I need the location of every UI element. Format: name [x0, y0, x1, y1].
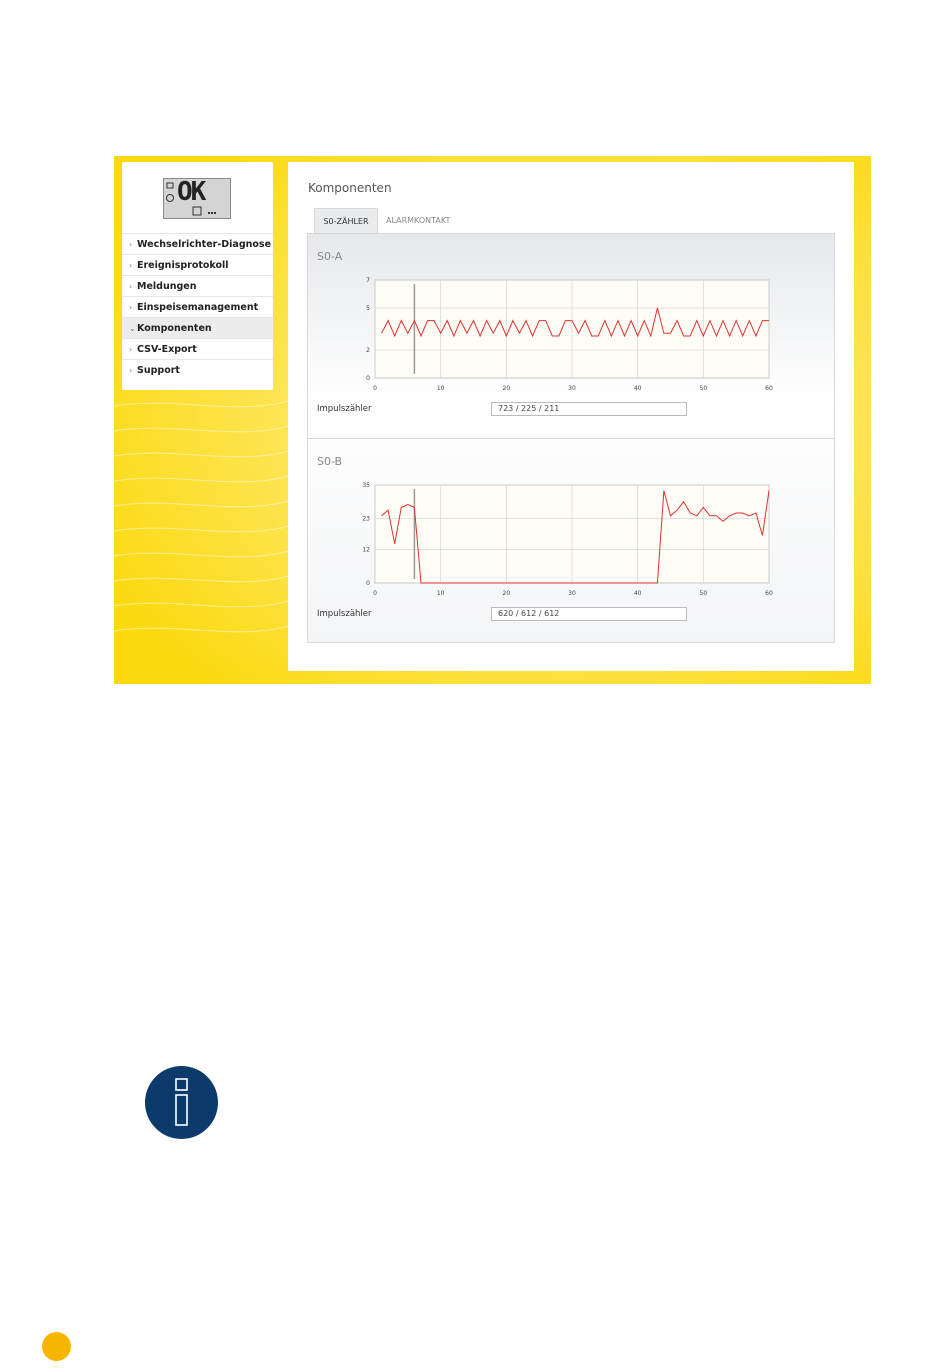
sidebar-item-label: Einspeisemanagement — [137, 302, 259, 313]
x-tick-label: 50 — [700, 385, 708, 392]
x-tick-label: 60 — [765, 590, 773, 597]
impulszaehler-field-b: 620 / 612 / 612 — [491, 607, 687, 621]
chevron-right-icon: › — [129, 261, 133, 270]
x-tick-label: 0 — [373, 385, 377, 392]
sidebar-menu: › Wechselrichter-Diagnose › Ereignisprotok… — [122, 233, 273, 380]
y-tick-label: 2 — [366, 347, 370, 354]
sidebar-item-ereignisprotokoll[interactable]: › Ereignisprotokoll — [122, 254, 273, 275]
impulszaehler-field-a: 723 / 225 / 211 — [491, 402, 687, 416]
sidebar-item-label: CSV-Export — [137, 344, 197, 355]
y-tick-label: 0 — [366, 375, 370, 382]
s0-b-chart: 0 10 20 30 40 50 60 0 12 23 35 — [362, 482, 773, 597]
chevron-right-icon: › — [129, 303, 133, 312]
chevron-right-icon: › — [129, 345, 133, 354]
x-tick-label: 0 — [373, 590, 377, 597]
y-tick-label: 5 — [366, 305, 370, 312]
chevron-down-icon: ⌄ — [129, 324, 136, 333]
chevron-right-icon: › — [129, 282, 133, 291]
impulszaehler-label-a: Impulszähler — [317, 404, 372, 414]
info-glyph — [175, 1078, 188, 1126]
page-marker-dot — [42, 1332, 71, 1361]
impulszaehler-label-b: Impulszähler — [317, 609, 372, 619]
chevron-right-icon: › — [129, 366, 133, 375]
y-tick-label: 12 — [362, 546, 370, 553]
sidebar-item-label: Support — [137, 365, 180, 376]
x-tick-label: 50 — [700, 590, 708, 597]
y-tick-label: 7 — [366, 277, 370, 284]
inverter-lcd-display: OK — [163, 177, 231, 219]
x-tick-label: 60 — [765, 385, 773, 392]
x-tick-label: 20 — [503, 590, 511, 597]
x-tick-label: 40 — [634, 590, 642, 597]
x-tick-label: 30 — [568, 385, 576, 392]
sidebar-item-label: Wechselrichter-Diagnose — [137, 239, 272, 250]
section-divider — [307, 438, 835, 439]
section-title-s0-a: S0-A — [317, 250, 343, 263]
tab-alarmkontakt[interactable]: ALARMKONTAKT — [386, 208, 450, 233]
page-title: Komponenten — [308, 181, 392, 195]
sidebar-item-wechselrichter-diagnose[interactable]: › Wechselrichter-Diagnose — [122, 233, 273, 254]
sidebar-item-csv-export[interactable]: › CSV-Export — [122, 338, 273, 359]
x-tick-label: 40 — [634, 385, 642, 392]
y-tick-label: 35 — [362, 482, 370, 489]
sidebar-item-meldungen[interactable]: › Meldungen — [122, 275, 273, 296]
chevron-right-icon: › — [129, 240, 133, 249]
lcd-status-text: OK — [177, 177, 206, 207]
sidebar-item-label: Meldungen — [137, 281, 197, 292]
s0-a-chart: 0 10 20 30 40 50 60 0 2 5 7 — [366, 277, 773, 392]
section-title-s0-b: S0-B — [317, 455, 343, 468]
x-tick-label: 10 — [437, 590, 445, 597]
x-tick-label: 20 — [503, 385, 511, 392]
tab-s0-zaehler[interactable]: S0-ZÄHLER — [314, 208, 378, 233]
x-tick-label: 10 — [437, 385, 445, 392]
y-tick-label: 0 — [366, 580, 370, 587]
sidebar-item-einspeisemanagement[interactable]: › Einspeisemanagement — [122, 296, 273, 317]
info-icon — [145, 1066, 218, 1139]
sidebar-item-label: Ereignisprotokoll — [137, 260, 229, 271]
sidebar-item-komponenten[interactable]: ⌄Komponenten — [122, 317, 273, 338]
y-tick-label: 23 — [362, 516, 370, 523]
sidebar-item-support[interactable]: › Support — [122, 359, 273, 380]
sidebar-item-label: Komponenten — [137, 323, 212, 334]
x-tick-label: 30 — [568, 590, 576, 597]
